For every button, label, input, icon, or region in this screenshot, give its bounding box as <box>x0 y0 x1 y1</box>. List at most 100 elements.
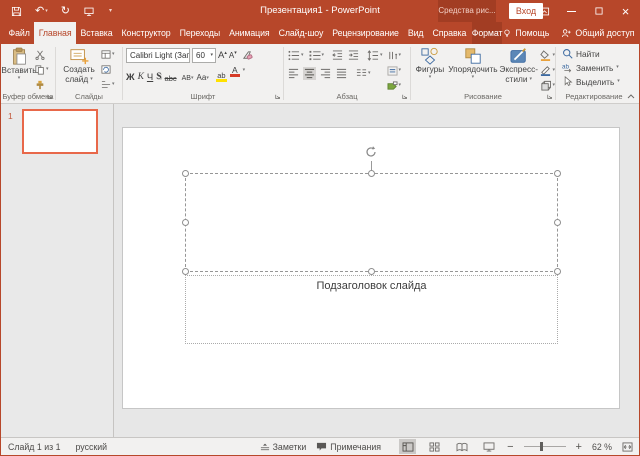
text-highlight-button[interactable]: ab <box>216 72 227 83</box>
chevron-down-icon: ▾ <box>322 53 325 58</box>
zoom-out-button[interactable]: − <box>507 441 513 453</box>
shape-fill-button[interactable]: ▾ <box>540 49 555 62</box>
underline-button[interactable]: Ч <box>147 73 153 83</box>
help-lightbulb-button[interactable]: Помощь <box>502 28 549 39</box>
drawing-tools-contextual-label[interactable]: Средства рис... <box>438 0 496 22</box>
strikethrough-button[interactable]: abc <box>165 75 177 83</box>
title-placeholder[interactable] <box>185 173 558 272</box>
change-case-button[interactable]: Аа▾ <box>197 74 209 82</box>
zoom-slider-thumb[interactable] <box>540 442 543 451</box>
close-button[interactable]: × <box>612 0 639 22</box>
increase-indent-button[interactable] <box>347 49 360 62</box>
font-name-value: Calibri Light (Заголов <box>130 51 190 60</box>
resize-handle-n[interactable] <box>368 170 375 177</box>
bullets-button[interactable]: ▾ <box>287 49 305 62</box>
resize-handle-sw[interactable] <box>182 268 189 275</box>
zoom-slider[interactable] <box>524 446 566 447</box>
drawing-dialog-launcher[interactable] <box>547 94 553 100</box>
font-color-label: А <box>232 66 238 75</box>
tab-help[interactable]: Справка <box>428 22 471 44</box>
share-button[interactable]: Общий доступ <box>561 28 634 39</box>
clear-formatting-button[interactable] <box>242 50 253 61</box>
font-name-combobox[interactable]: Calibri Light (Заголов▾ <box>126 48 190 63</box>
copy-button[interactable]: ▾ <box>35 63 49 76</box>
numbering-button[interactable]: ▾ <box>308 49 326 62</box>
section-button[interactable]: ▾ <box>101 78 115 91</box>
reading-view-button[interactable] <box>453 439 470 454</box>
columns-button[interactable]: ▾ <box>355 67 372 80</box>
rotate-handle[interactable] <box>364 145 378 159</box>
font-color-button[interactable]: А▾ <box>230 66 240 83</box>
slide-layout-button[interactable]: ▾ <box>101 48 115 61</box>
chevron-down-icon: ▾ <box>552 83 555 88</box>
paragraph-dialog-launcher[interactable] <box>402 94 408 100</box>
resize-handle-se[interactable] <box>554 268 561 275</box>
slide-thumbnail-panel[interactable]: 1 <box>1 104 114 437</box>
align-center-button[interactable] <box>303 67 316 80</box>
align-right-button[interactable] <box>319 67 332 80</box>
select-button[interactable]: Выделить▾ <box>562 75 632 88</box>
language-indicator[interactable]: русский <box>76 442 108 452</box>
bold-button[interactable]: Ж <box>126 73 135 83</box>
comments-toggle-button[interactable]: Примечания <box>316 442 381 452</box>
zoom-level[interactable]: 62 % <box>592 442 612 452</box>
tab-review[interactable]: Рецензирование <box>328 22 404 44</box>
italic-button[interactable]: К <box>138 73 144 83</box>
cut-button[interactable] <box>35 48 49 61</box>
slide-thumbnail[interactable] <box>22 109 98 154</box>
tab-transitions[interactable]: Переходы <box>175 22 224 44</box>
normal-view-button[interactable] <box>399 439 416 454</box>
text-direction-button[interactable]: ▾ <box>387 49 402 62</box>
shrink-font-button[interactable]: A▾ <box>229 51 237 60</box>
decrease-indent-button[interactable] <box>331 49 344 62</box>
format-painter-button[interactable] <box>35 78 49 91</box>
convert-to-smartart-button[interactable]: ▾ <box>387 79 402 92</box>
clipboard-dialog-launcher[interactable] <box>47 94 53 100</box>
slide-canvas[interactable]: Подзаголовок слайда <box>122 127 620 409</box>
resize-handle-e[interactable] <box>554 219 561 226</box>
slide-sorter-view-button[interactable] <box>426 439 443 454</box>
text-shadow-button[interactable]: S <box>156 73 161 83</box>
tab-home[interactable]: Главная <box>34 22 76 44</box>
tab-design[interactable]: Конструктор <box>117 22 175 44</box>
replace-button[interactable]: abЗаменить▾ <box>562 61 632 74</box>
tab-insert[interactable]: Вставка <box>76 22 117 44</box>
quick-styles-label2: стили <box>505 75 527 85</box>
resize-handle-s[interactable] <box>368 268 375 275</box>
maximize-button[interactable] <box>585 0 612 22</box>
quick-styles-icon <box>509 47 529 65</box>
grow-font-button[interactable]: A▴ <box>218 51 227 61</box>
font-dialog-launcher[interactable] <box>275 94 281 100</box>
drawing-group: Фигуры ▾ Упорядочить ▾ Экспресс- стили▾ … <box>411 44 555 103</box>
tab-slideshow[interactable]: Слайд-шоу <box>274 22 328 44</box>
slide-editing-area[interactable]: Подзаголовок слайда <box>115 104 639 437</box>
align-text-button[interactable]: ▾ <box>387 64 402 77</box>
subtitle-placeholder-text[interactable]: Подзаголовок слайда <box>186 280 557 292</box>
font-group: Calibri Light (Заголов▾ 60▾ A▴ A▾ Ж К Ч … <box>123 44 283 103</box>
fit-slide-button[interactable] <box>622 442 633 452</box>
line-spacing-button[interactable]: ▾ <box>366 49 384 62</box>
resize-handle-ne[interactable] <box>554 170 561 177</box>
zoom-in-button[interactable]: + <box>576 441 582 453</box>
ribbon-display-options-button[interactable] <box>531 0 558 22</box>
notes-toggle-button[interactable]: Заметки <box>260 442 307 452</box>
subtitle-placeholder[interactable]: Подзаголовок слайда <box>185 275 558 344</box>
align-left-button[interactable] <box>287 67 300 80</box>
font-size-combobox[interactable]: 60▾ <box>192 48 216 63</box>
tab-format[interactable]: Формат <box>472 22 503 44</box>
tab-animations[interactable]: Анимация <box>225 22 275 44</box>
shape-effects-button[interactable]: ▾ <box>540 79 555 92</box>
tab-view[interactable]: Вид <box>403 22 428 44</box>
resize-handle-w[interactable] <box>182 219 189 226</box>
tab-file[interactable]: Файл <box>4 22 34 44</box>
character-spacing-button[interactable]: АВ▾ <box>182 75 194 82</box>
reset-slide-button[interactable] <box>101 63 115 76</box>
titlebar: ↶▾ ↻ ▾ Презентация1 - PowerPoint Средств… <box>1 0 639 22</box>
slideshow-view-button[interactable] <box>480 439 497 454</box>
find-button[interactable]: Найти <box>562 47 632 60</box>
collapse-ribbon-button[interactable] <box>627 94 635 99</box>
minimize-button[interactable] <box>558 0 585 22</box>
justify-button[interactable] <box>335 67 348 80</box>
resize-handle-nw[interactable] <box>182 170 189 177</box>
shape-outline-button[interactable]: ▾ <box>540 64 555 77</box>
